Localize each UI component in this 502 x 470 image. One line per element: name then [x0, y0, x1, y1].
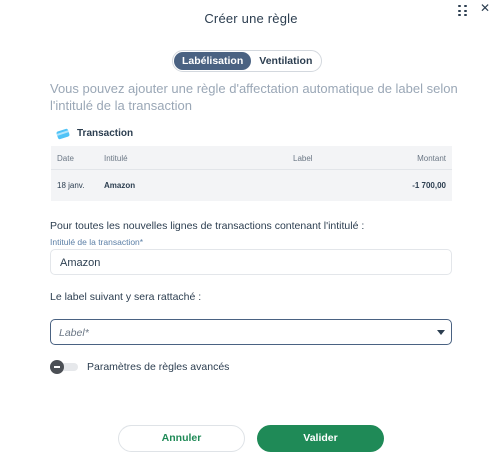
cancel-button[interactable]: Annuler — [118, 425, 245, 452]
mode-toggle: Labélisation Ventilation — [172, 50, 323, 72]
cell-intitule: Amazon — [104, 181, 136, 190]
drag-grid-icon[interactable] — [458, 5, 468, 17]
confirm-button[interactable]: Valider — [257, 425, 384, 452]
advanced-settings-toggle[interactable] — [50, 360, 80, 374]
table-divider — [51, 169, 452, 170]
column-intitule: Intitulé — [104, 154, 128, 163]
toggle-knob — [50, 360, 64, 374]
column-montant: Montant — [417, 154, 446, 163]
transaction-title: Transaction — [77, 128, 134, 139]
label-select[interactable]: Label* — [50, 319, 452, 345]
transaction-table: Date Intitulé Label Montant 18 janv. Ama… — [51, 146, 452, 201]
chevron-down-icon — [437, 330, 445, 335]
advanced-settings-label: Paramètres de règles avancés — [87, 361, 230, 373]
tab-ventilation[interactable]: Ventilation — [251, 52, 320, 70]
dialog-title: Créer une règle — [204, 11, 298, 26]
column-date: Date — [57, 154, 74, 163]
label-select-placeholder: Label* — [59, 327, 89, 339]
cell-montant: -1 700,00 — [412, 181, 446, 190]
advanced-settings-row: Paramètres de règles avancés — [50, 360, 229, 374]
tab-labelisation[interactable]: Labélisation — [174, 52, 252, 70]
intitule-input[interactable]: Amazon — [50, 249, 452, 275]
intitule-prompt: Pour toutes les nouvelles lignes de tran… — [50, 220, 365, 232]
column-label: Label — [293, 154, 313, 163]
cell-date: 18 janv. — [57, 181, 85, 190]
description-text: Vous pouvez ajouter une règle d'affectat… — [50, 81, 458, 113]
credit-card-icon — [56, 127, 70, 140]
label-prompt: Le label suivant y sera rattaché : — [50, 291, 202, 303]
close-icon[interactable]: ✕ — [480, 1, 490, 15]
transaction-header: Transaction — [56, 127, 134, 140]
intitule-field-label: Intitulé de la transaction* — [50, 237, 144, 247]
